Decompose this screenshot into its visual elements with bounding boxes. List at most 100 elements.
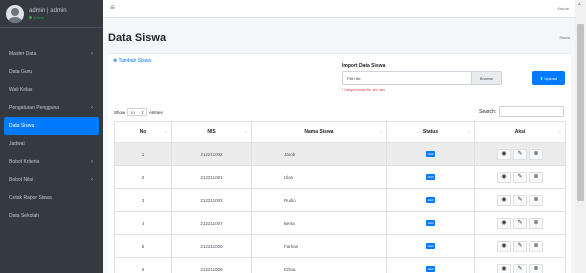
chevron-left-icon: ‹ xyxy=(91,177,93,183)
sidebar-item-label: Bobot Kriteria xyxy=(9,159,40,165)
sidebar: admin | admin online Master Data ‹ Data G… xyxy=(0,0,103,273)
delete-button[interactable]: ⊗ xyxy=(529,148,543,160)
eye-icon: ◉ xyxy=(501,197,507,203)
edit-button[interactable]: ✎ xyxy=(513,194,527,206)
page-title: Data Siswa xyxy=(108,32,167,44)
eye-icon: ◉ xyxy=(501,220,507,226)
browse-button[interactable]: Browse xyxy=(471,72,501,84)
column-header-no[interactable]: No ↑↓ xyxy=(114,121,172,143)
sort-icon: ↑↓ xyxy=(244,129,247,134)
column-header-nis[interactable]: NIS ↑↓ xyxy=(171,121,252,143)
chevron-left-icon: ‹ xyxy=(91,159,93,165)
breadcrumb[interactable]: Siswa xyxy=(559,35,570,40)
students-table: No ↑↓ NIS ↑↓ Nama Siswa ↑↓ Status ↑↓ Aksi ↑↓ … xyxy=(114,121,566,273)
view-button[interactable]: ◉ xyxy=(497,217,511,229)
cell-aksi: ◉ ✎ ⊗ xyxy=(474,142,566,166)
view-button[interactable]: ◉ xyxy=(497,240,511,252)
delete-button[interactable]: ⊗ xyxy=(529,171,543,183)
cell-no: 1 xyxy=(114,142,172,166)
table-header-row: No ↑↓ NIS ↑↓ Nama Siswa ↑↓ Status ↑↓ Aksi ↑↓ xyxy=(114,121,566,143)
topbar: ≡ Keluar xyxy=(103,0,575,18)
column-header-aksi[interactable]: Aksi ↑↓ xyxy=(474,121,566,143)
user-status: online xyxy=(29,15,67,20)
edit-icon: ✎ xyxy=(517,266,523,272)
edit-button[interactable]: ✎ xyxy=(513,263,527,273)
view-button[interactable]: ◉ xyxy=(497,148,511,160)
table-row: 3 212211003 Rudio Aktif ◉ ✎ ⊗ xyxy=(114,188,566,212)
add-student-label: Tambah Siswa xyxy=(118,58,152,64)
online-dot-icon xyxy=(29,15,32,19)
edit-button[interactable]: ✎ xyxy=(513,148,527,160)
delete-icon: ⊗ xyxy=(533,197,539,203)
sidebar-item-data-guru[interactable]: Data Guru xyxy=(4,63,99,81)
status-badge: Aktif xyxy=(425,243,436,249)
view-button[interactable]: ◉ xyxy=(497,194,511,206)
file-input[interactable]: Pilih file Browse xyxy=(342,71,502,85)
sidebar-item-wali-kelas[interactable]: Wali Kelas xyxy=(4,81,99,99)
column-header-nama[interactable]: Nama Siswa ↑↓ xyxy=(251,121,387,143)
sidebar-item-master-data[interactable]: Master Data ‹ xyxy=(4,45,99,63)
scroll-up-arrow-icon[interactable]: ▲ xyxy=(577,1,582,7)
row-actions: ◉ ✎ ⊗ xyxy=(475,148,565,160)
sidebar-item-jadwal[interactable]: Jadwal xyxy=(4,135,99,153)
table-row: 4 212211007 Berta Aktif ◉ ✎ ⊗ xyxy=(114,211,566,235)
cell-no: 3 xyxy=(114,188,172,212)
delete-button[interactable]: ⊗ xyxy=(529,194,543,206)
upload-icon: ⬆ xyxy=(539,75,544,81)
column-header-status[interactable]: Status ↑↓ xyxy=(386,121,475,143)
hamburger-menu-icon[interactable]: ≡ xyxy=(110,3,115,12)
sidebar-item-data-sekolah[interactable]: Data Sekolah xyxy=(4,207,99,225)
edit-button[interactable]: ✎ xyxy=(513,240,527,252)
edit-icon: ✎ xyxy=(517,197,523,203)
cell-aksi: ◉ ✎ ⊗ xyxy=(474,234,566,258)
page-scrollbar[interactable]: ▲ xyxy=(575,0,586,273)
table-row: 6 212211006 Erlina Aktif ◉ ✎ ⊗ xyxy=(114,257,566,273)
cell-aksi: ◉ ✎ ⊗ xyxy=(474,257,566,273)
user-panel[interactable]: admin | admin online xyxy=(0,0,103,28)
delete-icon: ⊗ xyxy=(533,174,539,180)
column-header-label: NIS xyxy=(207,129,216,135)
cell-nama: Jarob xyxy=(251,142,387,166)
sidebar-item-label: Jadwal xyxy=(9,141,25,147)
delete-button[interactable]: ⊗ xyxy=(529,240,543,252)
sort-icon: ↑↓ xyxy=(467,129,470,134)
import-title: Import Data Siswa xyxy=(342,63,386,69)
delete-button[interactable]: ⊗ xyxy=(529,217,543,229)
edit-button[interactable]: ✎ xyxy=(513,171,527,183)
cell-nis: 212211003 xyxy=(171,188,252,212)
edit-button[interactable]: ✎ xyxy=(513,217,527,229)
logout-link[interactable]: Keluar xyxy=(557,6,569,11)
view-button[interactable]: ◉ xyxy=(497,171,511,183)
edit-icon: ✎ xyxy=(517,243,523,249)
search-input[interactable] xyxy=(499,106,565,117)
column-header-label: Status xyxy=(422,129,439,135)
entries-select[interactable]: 10 ⇕ xyxy=(127,108,148,116)
view-button[interactable]: ◉ xyxy=(497,263,511,273)
sidebar-item-bobot-nilai[interactable]: Bobot Nilai ‹ xyxy=(4,171,99,189)
sidebar-item-label: Wali Kelas xyxy=(9,87,33,93)
entries-select-value: 10 xyxy=(130,109,135,115)
sidebar-item-data-siswa[interactable]: Data Siswa xyxy=(4,117,99,135)
column-header-label: Nama Siswa xyxy=(304,129,334,135)
sidebar-item-cetak-rapor[interactable]: Cetak Rapor Siswa xyxy=(4,189,99,207)
delete-icon: ⊗ xyxy=(533,243,539,249)
search-control: Search: xyxy=(479,106,565,117)
select-arrows-icon: ⇕ xyxy=(140,109,145,115)
sidebar-item-bobot-kriteria[interactable]: Bobot Kriteria ‹ xyxy=(4,153,99,171)
scroll-thumb[interactable] xyxy=(577,24,584,201)
upload-button[interactable]: ⬆ Upload xyxy=(532,71,565,85)
cell-nis: 212211006 xyxy=(171,257,252,273)
edit-icon: ✎ xyxy=(517,174,523,180)
column-header-label: No xyxy=(139,129,147,135)
sidebar-item-pengaturan-pengguna[interactable]: Pengaturan Pengguna ‹ xyxy=(4,99,99,117)
file-format-hint: * Hanya format file .xls/.xlsx xyxy=(342,88,385,92)
cell-nis: 212211002 xyxy=(171,142,252,166)
sidebar-item-label: Bobot Nilai xyxy=(9,177,34,183)
row-actions: ◉ ✎ ⊗ xyxy=(475,171,565,183)
delete-button[interactable]: ⊗ xyxy=(529,263,543,273)
add-student-button[interactable]: ✚ Tambah Siswa xyxy=(113,58,151,64)
cell-status: Aktif xyxy=(386,142,475,166)
cell-nis: 212211007 xyxy=(171,211,252,235)
cell-no: 2 xyxy=(114,165,172,189)
column-header-label: Aksi xyxy=(514,129,526,135)
